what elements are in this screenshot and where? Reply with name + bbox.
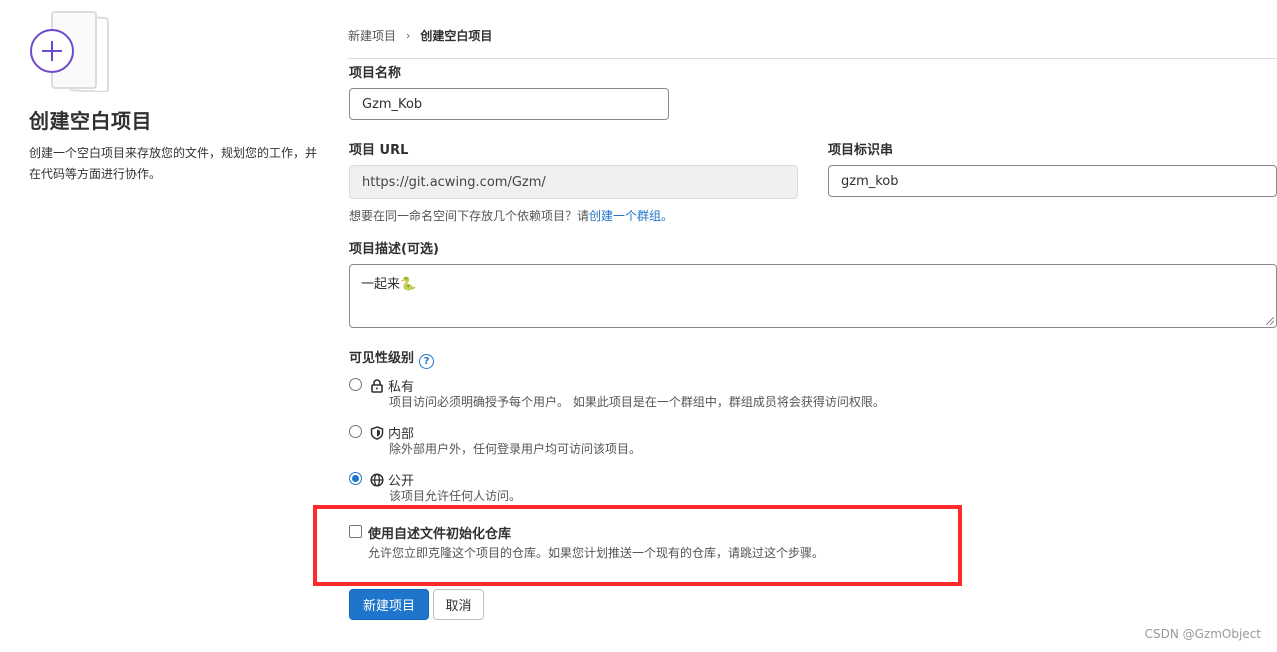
init-readme-label[interactable]: 使用自述文件初始化仓库 — [368, 523, 511, 542]
init-readme-desc: 允许您立即克隆这个项目的仓库。如果您计划推送一个现有的仓库，请跳过这个步骤。 — [368, 546, 825, 560]
breadcrumb-new-project[interactable]: 新建项目 — [348, 27, 396, 44]
breadcrumb-current: 创建空白项目 — [420, 29, 493, 43]
blank-project-illustration — [28, 10, 112, 94]
cancel-button[interactable]: 取消 — [433, 589, 484, 620]
visibility-internal-radio[interactable] — [349, 425, 362, 438]
visibility-public-radio[interactable] — [349, 472, 362, 485]
question-circle-icon[interactable]: ? — [419, 354, 435, 369]
project-name-label: 项目名称 — [349, 66, 402, 81]
description-textarea[interactable]: 一起来🐍 — [349, 264, 1277, 328]
panel-title: 创建空白项目 — [29, 109, 152, 133]
visibility-private-radio[interactable] — [349, 378, 362, 391]
create-group-link[interactable]: 创建一个群组。 — [589, 209, 673, 223]
project-slug-input[interactable]: gzm_kob — [828, 165, 1277, 197]
visibility-private-desc: 项目访问必须明确授予每个用户。 如果此项目是在一个群组中，群组成员将会获得访问权… — [389, 395, 885, 409]
panel-description: 创建一个空白项目来存放您的文件，规划您的工作，并在代码等方面进行协作。 — [29, 146, 318, 181]
visibility-public-desc: 该项目允许任何人访问。 — [389, 489, 522, 503]
project-slug-label: 项目标识串 — [828, 143, 894, 158]
project-name-input[interactable]: Gzm_Kob — [349, 88, 669, 120]
namespace-hint: 想要在同一命名空间下存放几个依赖项目？请创建一个群组。 — [349, 207, 673, 224]
create-project-button[interactable]: 新建项目 — [349, 589, 429, 620]
globe-icon — [370, 472, 384, 487]
breadcrumb: 新建项目 › 创建空白项目 — [348, 27, 492, 44]
resize-handle-icon[interactable] — [1266, 317, 1274, 325]
shield-icon — [370, 425, 384, 440]
description-value: 一起来🐍 — [361, 277, 417, 292]
visibility-label: 可见性级别? — [349, 347, 435, 369]
chevron-right-icon: › — [406, 29, 411, 42]
description-label: 项目描述(可选) — [349, 242, 439, 257]
visibility-label-text: 可见性级别 — [349, 351, 415, 366]
visibility-internal-desc: 除外部用户外，任何登录用户均可访问该项目。 — [389, 442, 642, 456]
namespace-hint-text: 想要在同一命名空间下存放几个依赖项目？请 — [349, 209, 590, 223]
init-readme-checkbox[interactable] — [349, 525, 362, 538]
project-url-label: 项目 URL — [349, 143, 409, 158]
lock-icon — [371, 378, 383, 393]
divider — [348, 58, 1277, 59]
project-url-field: https://git.acwing.com/Gzm/ — [349, 165, 798, 199]
watermark: CSDN @GzmObject — [1144, 627, 1261, 641]
